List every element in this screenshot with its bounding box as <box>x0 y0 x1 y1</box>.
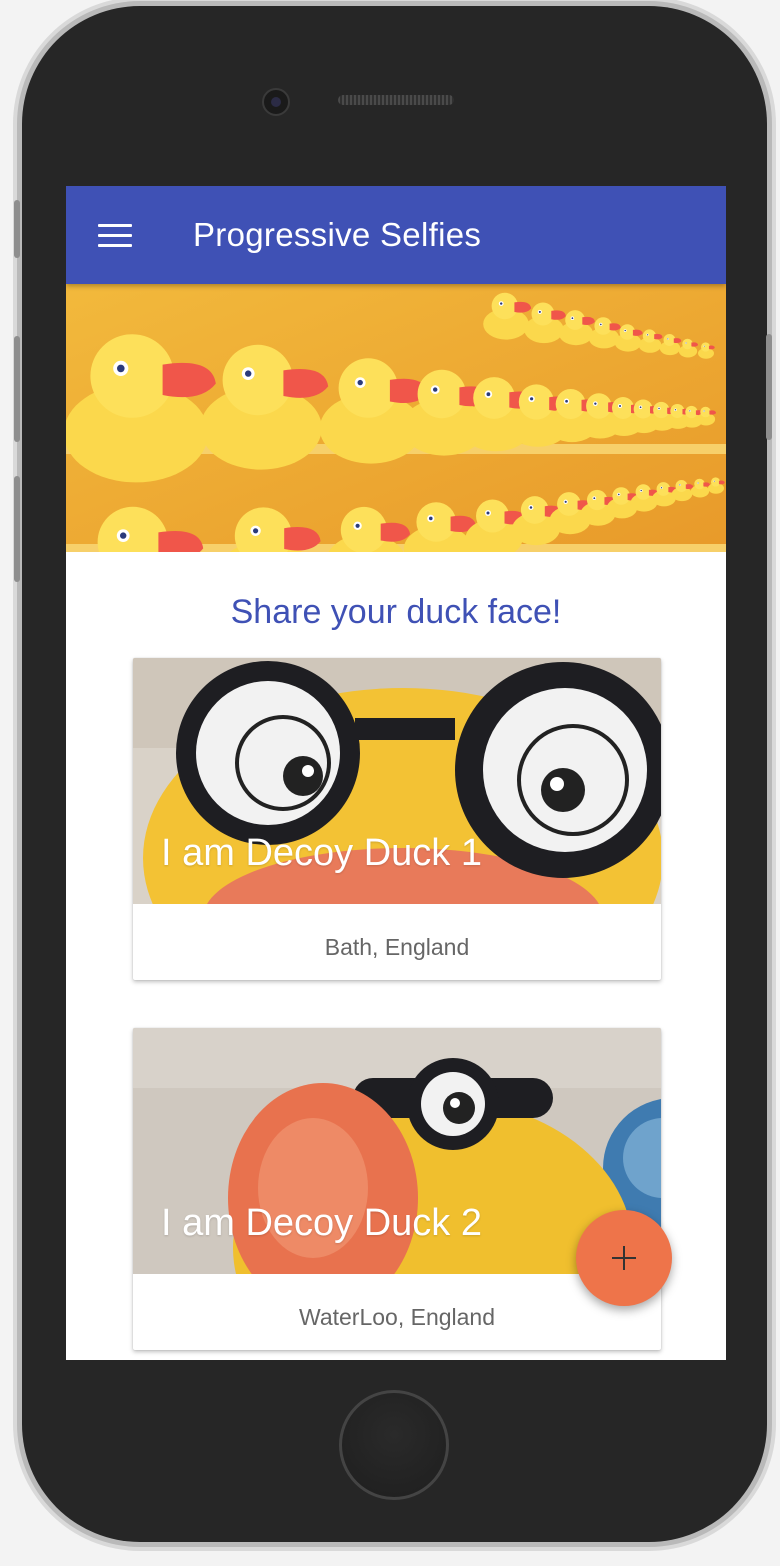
power-button <box>766 334 772 440</box>
card-location-1: Bath, England <box>324 934 470 960</box>
volume-down-button <box>14 476 20 582</box>
selfie-image-1: I am Decoy Duck 1 <box>133 658 661 904</box>
hamburger-menu-icon[interactable] <box>98 224 132 248</box>
earpiece-speaker <box>338 95 454 105</box>
mute-switch <box>14 200 20 258</box>
front-camera <box>262 88 290 116</box>
add-selfie-button[interactable] <box>576 1210 672 1306</box>
app-title: Progressive Selfies <box>193 216 482 253</box>
volume-up-button <box>14 336 20 442</box>
page-headline: Share your duck face! <box>230 593 562 631</box>
card-title-1: I am Decoy Duck 1 <box>161 832 482 874</box>
card-location-2: WaterLoo, England <box>298 1304 496 1330</box>
home-button[interactable] <box>339 1390 449 1500</box>
hero-image-rubber-ducks <box>66 284 726 552</box>
selfie-card-1[interactable]: I am Decoy Duck 1 Bath, England <box>133 658 661 980</box>
card-title-2: I am Decoy Duck 2 <box>161 1202 482 1244</box>
app-screen: Progressive Selfies Share your duck face… <box>66 186 726 1360</box>
selfie-card-2[interactable]: I am Decoy Duck 2 WaterLoo, England <box>133 1028 661 1350</box>
app-bar: Progressive Selfies <box>66 186 726 284</box>
